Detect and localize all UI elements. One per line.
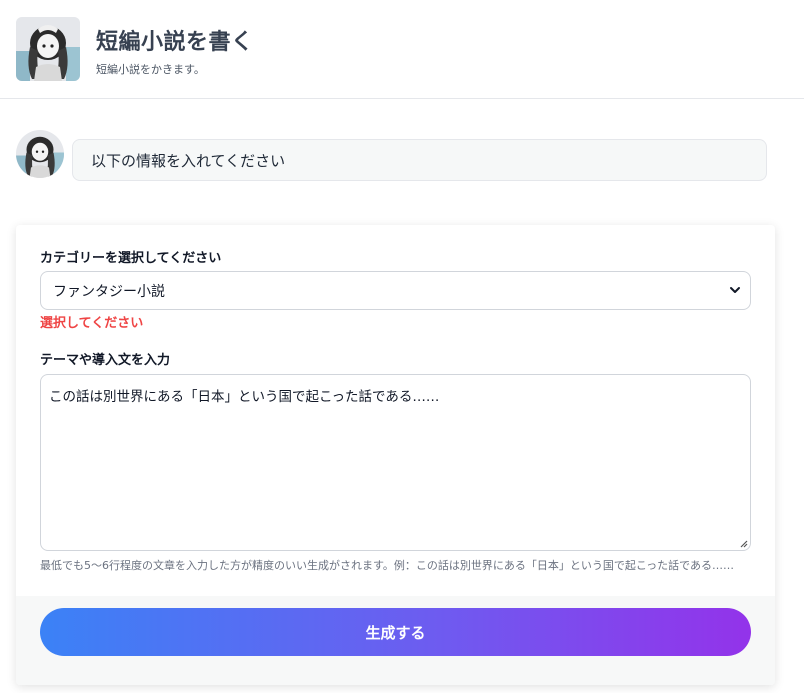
chat-message-text: 以下の情報を入れてください	[91, 151, 286, 170]
generate-button[interactable]: 生成する	[40, 608, 751, 656]
theme-hint-text: 最低でも5〜6行程度の文章を入力した方が精度のいい生成がされます。例：この話は別…	[40, 559, 735, 572]
theme-textarea[interactable]: この話は別世界にある「日本」という国で起こった話である……	[40, 374, 751, 551]
resize-handle-icon[interactable]	[738, 538, 748, 548]
theme-label: テーマや導入文を入力	[40, 353, 171, 368]
page-title: 短編小説を書く	[96, 30, 254, 55]
chat-avatar	[16, 130, 64, 178]
app-header: 短編小説を書く 短編小説をかきます。	[0, 0, 804, 99]
anime-girl-avatar-icon	[16, 130, 64, 178]
theme-textarea-value: この話は別世界にある「日本」という国で起こった話である……	[49, 389, 440, 405]
chat-message-bubble: 以下の情報を入れてください	[72, 139, 767, 181]
chevron-down-icon	[730, 287, 740, 293]
form-card: カテゴリーを選択してください ファンタジー小説 選択してください テーマや導入文…	[16, 225, 775, 685]
page-subtitle: 短編小説をかきます。	[96, 63, 205, 76]
category-select[interactable]: ファンタジー小説	[40, 271, 751, 310]
app-avatar	[16, 17, 80, 81]
category-error-text: 選択してください	[40, 316, 144, 331]
anime-girl-avatar-icon	[16, 17, 80, 81]
category-label: カテゴリーを選択してください	[40, 251, 222, 266]
category-select-value: ファンタジー小説	[53, 283, 165, 300]
